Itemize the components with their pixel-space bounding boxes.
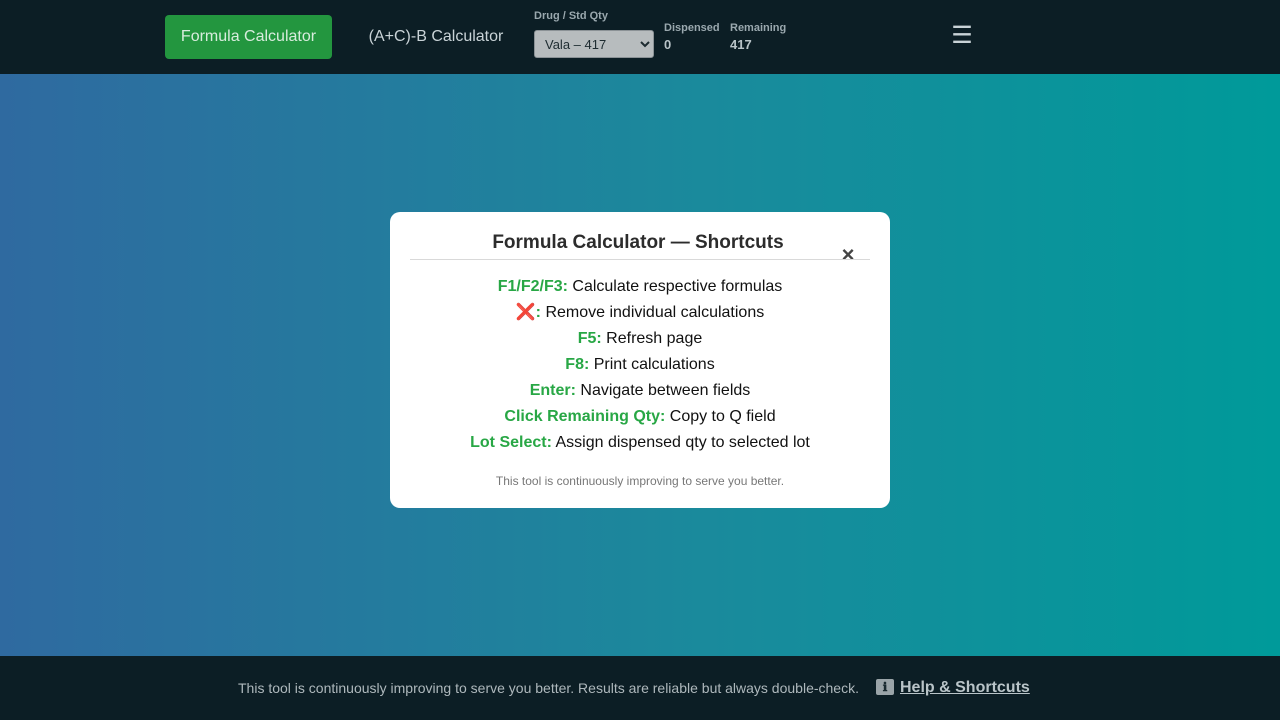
drug-label: Drug / Std Qty (534, 10, 608, 22)
modal-note: This tool is continuously improving to s… (495, 474, 785, 488)
shortcut-desc: Refresh page (601, 330, 703, 347)
shortcut-key: Click Remaining Qty: (504, 408, 666, 425)
shortcut-item: Click Remaining Qty: Copy to Q field (410, 404, 870, 430)
shortcut-key: F5: (577, 330, 602, 347)
shortcut-item: F1/F2/F3: Calculate respective formulas (410, 274, 870, 300)
drug-selector-group: Drug / Std Qty Vala – 417 (534, 9, 654, 58)
remaining-value[interactable]: 417 (730, 37, 786, 52)
close-icon[interactable]: × (836, 244, 860, 268)
shortcut-desc: Navigate between fields (575, 382, 751, 399)
acb-calculator-button[interactable]: (A+C)-B Calculator (360, 15, 512, 59)
shortcut-key: F1/F2/F3: (497, 278, 568, 295)
drug-select[interactable]: Vala – 417 (534, 30, 654, 58)
shortcut-desc: Copy to Q field (665, 408, 776, 425)
menu-icon[interactable]: ☰ (950, 20, 974, 52)
formula-calculator-button[interactable]: Formula Calculator (165, 15, 332, 59)
shortcut-item: Enter: Navigate between fields (410, 378, 870, 404)
shortcut-item: ❌: Remove individual calculations (410, 300, 870, 326)
remaining-stat[interactable]: Remaining 417 (730, 21, 786, 52)
modal-divider (410, 259, 870, 260)
shortcut-item: Lot Select: Assign dispensed qty to sele… (410, 430, 870, 456)
help-shortcuts-label: Help & Shortcuts (900, 679, 1030, 696)
info-icon: ℹ (876, 679, 894, 695)
footer-bar: This tool is continuously improving to s… (0, 656, 1280, 720)
top-navbar: Formula Calculator (A+C)-B Calculator Dr… (0, 0, 1280, 74)
dispensed-label: Dispensed (664, 22, 720, 34)
help-shortcuts-link[interactable]: ℹ Help & Shortcuts (876, 678, 1030, 698)
modal-title: Formula Calculator — Shortcuts (492, 232, 784, 253)
shortcut-desc: Assign dispensed qty to selected lot (551, 434, 810, 451)
shortcut-list: F1/F2/F3: Calculate respective formulas … (410, 274, 870, 456)
shortcut-key: Lot Select: (470, 434, 552, 451)
footer-disclaimer: This tool is continuously improving to s… (238, 680, 859, 696)
shortcuts-modal: Formula Calculator — Shortcuts × F1/F2/F… (390, 212, 890, 508)
dispensed-stat: Dispensed 0 (664, 21, 720, 52)
shortcut-desc: Calculate respective formulas (567, 278, 783, 295)
shortcut-desc: Remove individual calculations (541, 304, 765, 321)
shortcut-key: F8: (565, 356, 590, 373)
remaining-label: Remaining (730, 22, 787, 34)
dispensed-value: 0 (664, 37, 672, 52)
shortcut-key: Enter: (529, 382, 576, 399)
shortcut-desc: Print calculations (589, 356, 715, 373)
shortcut-item: F8: Print calculations (410, 352, 870, 378)
shortcut-item: F5: Refresh page (410, 326, 870, 352)
shortcut-key: ❌: (515, 304, 541, 321)
